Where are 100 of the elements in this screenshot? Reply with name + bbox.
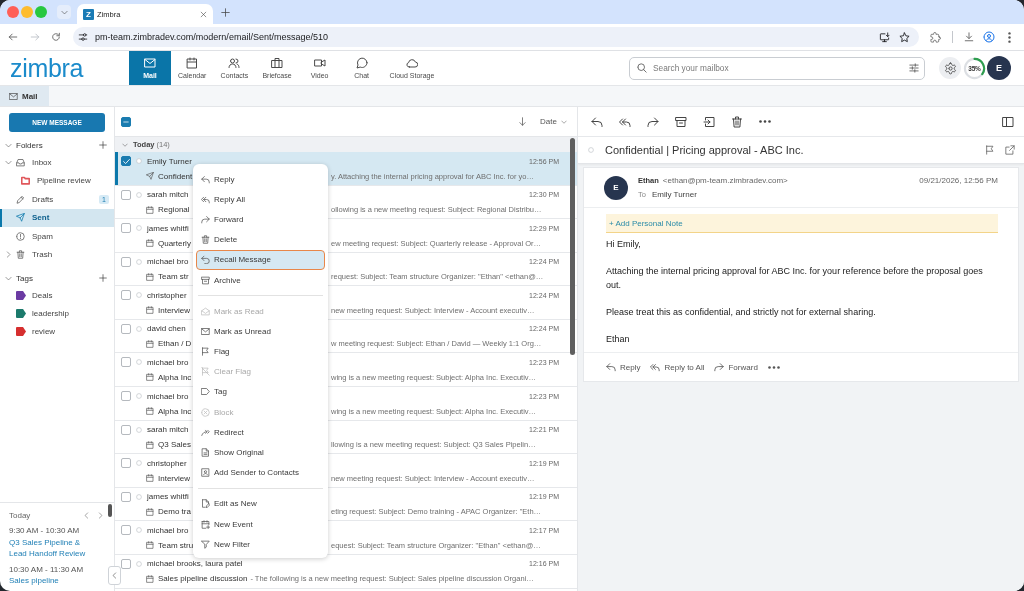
search-field[interactable]: Search your mailbox bbox=[629, 56, 925, 80]
circle-icon[interactable] bbox=[136, 527, 142, 534]
forward-arrow-icon[interactable] bbox=[30, 32, 40, 42]
circle-icon[interactable] bbox=[136, 158, 142, 164]
chevron-down-icon[interactable] bbox=[4, 141, 12, 149]
label-item[interactable]: leadership bbox=[0, 304, 114, 322]
arrow-into-box-icon[interactable] bbox=[703, 115, 715, 128]
label-item[interactable]: Deals bbox=[0, 286, 114, 304]
plus-icon[interactable] bbox=[99, 274, 107, 282]
menu-item[interactable]: Add Sender to Contacts bbox=[196, 462, 325, 483]
row-checkbox[interactable] bbox=[121, 156, 131, 166]
row-checkbox[interactable] bbox=[121, 525, 131, 536]
reply-button[interactable]: Reply bbox=[606, 362, 641, 372]
puzzle-piece-icon[interactable] bbox=[930, 31, 941, 43]
more-icon[interactable] bbox=[759, 120, 771, 123]
more-vertical-icon[interactable] bbox=[1008, 31, 1011, 43]
window-zoom-button[interactable] bbox=[35, 6, 47, 18]
collapse-sidebar-button[interactable] bbox=[108, 566, 121, 585]
archive-box-icon[interactable] bbox=[675, 115, 687, 128]
row-checkbox[interactable] bbox=[121, 256, 131, 267]
circle-icon[interactable] bbox=[136, 426, 142, 433]
zimbra-logo[interactable]: zimbra bbox=[0, 51, 129, 85]
circle-icon[interactable] bbox=[136, 258, 142, 265]
forward-button[interactable]: Forward bbox=[714, 362, 758, 372]
row-checkbox[interactable] bbox=[121, 189, 131, 200]
scrollbar-thumb[interactable] bbox=[108, 504, 112, 517]
circle-icon[interactable] bbox=[136, 191, 142, 198]
profile-icon[interactable] bbox=[983, 31, 995, 43]
panel-icon[interactable] bbox=[1002, 115, 1014, 128]
reply-all-icon[interactable] bbox=[619, 115, 631, 128]
sliders-icon[interactable] bbox=[909, 63, 919, 73]
row-checkbox[interactable] bbox=[121, 323, 131, 334]
reply-all-button[interactable]: Reply to All bbox=[650, 362, 705, 372]
circle-icon[interactable] bbox=[136, 493, 142, 500]
row-checkbox[interactable] bbox=[121, 491, 131, 502]
circle-icon[interactable] bbox=[136, 359, 142, 366]
message-subject: Q3 Sales bbox=[158, 440, 191, 450]
circle-icon[interactable] bbox=[136, 225, 142, 232]
row-checkbox[interactable] bbox=[121, 290, 131, 301]
row-checkbox[interactable] bbox=[121, 458, 131, 469]
close-icon[interactable] bbox=[200, 10, 207, 18]
scrollbar-thumb[interactable] bbox=[570, 138, 575, 355]
chevron-right-icon[interactable] bbox=[97, 511, 104, 519]
menu-item[interactable]: Reply All bbox=[196, 189, 325, 210]
chevron-left-icon[interactable] bbox=[83, 511, 90, 519]
label-item[interactable]: review bbox=[0, 322, 114, 340]
chevron-down-icon[interactable] bbox=[4, 158, 12, 166]
chevron-down-icon[interactable] bbox=[122, 141, 128, 148]
app-tab[interactable]: Mail bbox=[0, 86, 49, 106]
back-arrow-icon[interactable] bbox=[8, 32, 18, 42]
menu-item[interactable]: Edit as New bbox=[196, 493, 325, 514]
row-checkbox[interactable] bbox=[121, 223, 131, 234]
install-app-icon[interactable] bbox=[879, 31, 890, 43]
circle-icon[interactable] bbox=[136, 560, 142, 567]
plus-icon[interactable] bbox=[221, 7, 230, 17]
search-icon bbox=[637, 63, 647, 73]
trash-icon[interactable] bbox=[731, 115, 743, 128]
circle-icon[interactable] bbox=[136, 460, 142, 467]
circle-icon[interactable] bbox=[136, 393, 142, 400]
select-all-checkbox[interactable] bbox=[121, 116, 131, 127]
folder-item[interactable]: Spam bbox=[0, 227, 114, 246]
folder-item[interactable]: Pipeline review bbox=[0, 171, 114, 190]
plus-icon[interactable] bbox=[99, 141, 107, 149]
reply-icon[interactable] bbox=[591, 115, 603, 128]
chevron-down-icon[interactable] bbox=[4, 274, 12, 282]
user-avatar[interactable]: E bbox=[987, 56, 1011, 80]
menu-item[interactable]: Delete bbox=[196, 229, 325, 250]
circle-icon[interactable] bbox=[136, 325, 142, 332]
circle-icon[interactable] bbox=[136, 292, 142, 299]
window-close-button[interactable] bbox=[7, 6, 19, 18]
folder-item[interactable]: Trash bbox=[0, 245, 114, 264]
row-checkbox[interactable] bbox=[121, 558, 131, 569]
row-checkbox[interactable] bbox=[121, 357, 131, 368]
menu-item[interactable]: Redirect bbox=[196, 422, 325, 443]
forward-icon[interactable] bbox=[647, 115, 659, 128]
window-minimize-button[interactable] bbox=[21, 6, 33, 18]
menu-item[interactable]: Mark as Unread bbox=[196, 321, 325, 342]
menu-item[interactable]: New Filter bbox=[196, 534, 325, 555]
event-link[interactable]: Sales pipeline bbox=[9, 575, 97, 587]
folder-item[interactable]: Sent bbox=[0, 208, 114, 227]
folder-item[interactable]: Inbox bbox=[0, 153, 114, 172]
row-checkbox[interactable] bbox=[121, 391, 131, 402]
sort-button[interactable]: Date bbox=[540, 117, 567, 126]
add-personal-note-link[interactable]: + Add Personal Note bbox=[609, 218, 683, 228]
event-link[interactable]: Q3 Sales Pipeline & Lead Handoff Review bbox=[9, 536, 97, 560]
download-icon[interactable] bbox=[964, 32, 974, 42]
settings-button[interactable] bbox=[939, 57, 961, 79]
star-icon[interactable] bbox=[899, 31, 910, 43]
external-link-icon[interactable] bbox=[1005, 145, 1015, 155]
address-bar[interactable]: pm-team.zimbradev.com/modern/email/Sent/message/510 bbox=[73, 27, 919, 47]
arrow-down-icon[interactable] bbox=[518, 117, 528, 126]
chevron-right-icon[interactable] bbox=[4, 251, 12, 259]
reload-icon[interactable] bbox=[51, 32, 61, 42]
flag-icon[interactable] bbox=[985, 145, 995, 155]
circle-icon[interactable] bbox=[588, 147, 594, 153]
menu-item[interactable]: Recall Message bbox=[196, 249, 325, 270]
more-icon[interactable] bbox=[767, 365, 780, 369]
row-checkbox[interactable] bbox=[121, 424, 131, 435]
tab-list-button[interactable] bbox=[57, 5, 71, 19]
tune-icon[interactable] bbox=[78, 32, 88, 42]
